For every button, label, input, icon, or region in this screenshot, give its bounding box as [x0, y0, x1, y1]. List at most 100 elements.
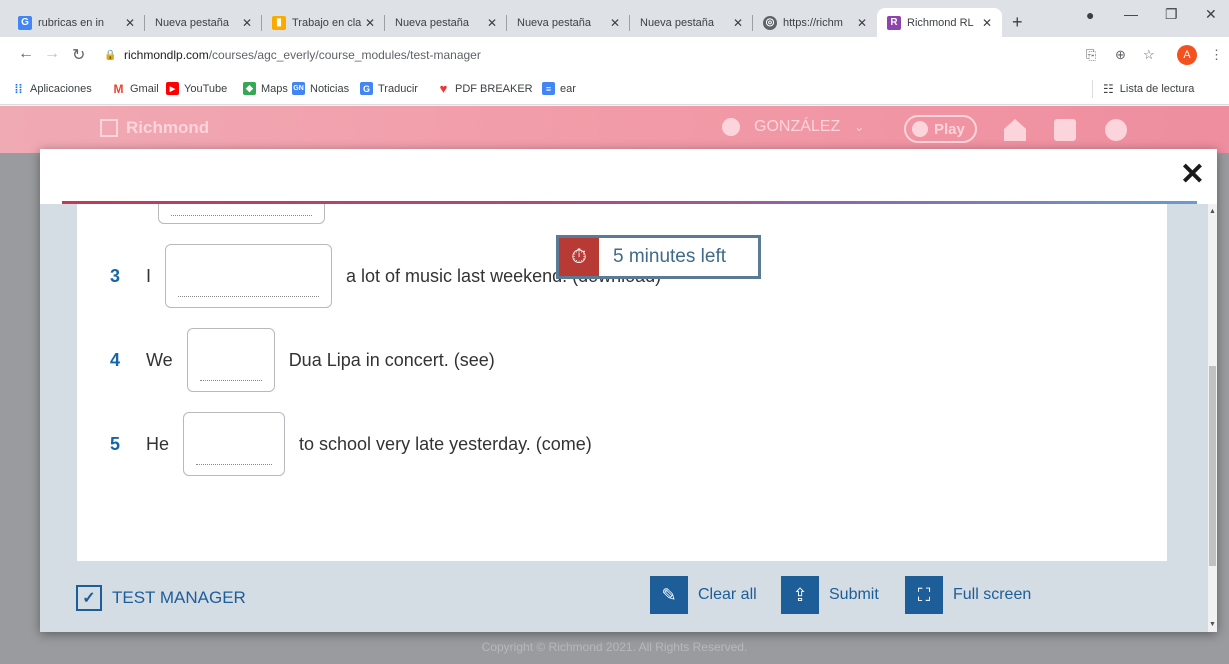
site-play-button: Play: [904, 115, 977, 143]
richmond-logo-icon: [100, 119, 118, 137]
play-icon: [912, 121, 928, 137]
site-footer: Copyright © Richmond 2021. All Rights Re…: [481, 640, 748, 654]
answer-box-partial[interactable]: [158, 204, 325, 224]
bookmark-pdf-breaker[interactable]: ♥ PDF BREAKER: [437, 81, 533, 96]
bookmark-translate[interactable]: G Traducir: [360, 82, 418, 95]
translate-page-icon[interactable]: ⎘: [1086, 47, 1096, 63]
bookmark-label: Noticias: [310, 82, 350, 95]
question-text: Dua Lipa in concert. (see): [288, 349, 495, 370]
tab-search-icon[interactable]: ●: [1086, 7, 1094, 23]
full-screen-button[interactable]: ⛶ Full screen: [905, 576, 1031, 614]
youtube-icon: ▶: [166, 82, 179, 95]
bookmark-youtube[interactable]: ▶ YouTube: [166, 82, 227, 95]
profile-avatar[interactable]: A: [1177, 45, 1197, 65]
upload-icon: ⇪: [781, 576, 819, 614]
test-manager-modal: ✕ 3 I a lot of music last weekend. (down…: [40, 149, 1217, 632]
bookmark-label: Maps: [261, 82, 288, 95]
question-number: 3: [110, 265, 121, 286]
zoom-icon[interactable]: ⊕: [1115, 47, 1126, 63]
browser-tab[interactable]: Nueva pestaña ✕: [507, 8, 630, 37]
scroll-thumb[interactable]: [1209, 366, 1216, 566]
forward-icon[interactable]: →: [44, 45, 60, 63]
site-header: Richmond GONZÁLEZ ⌄ Play: [0, 106, 1229, 153]
bookmark-ear[interactable]: ≡ ear: [542, 82, 576, 95]
answer-input[interactable]: [165, 244, 333, 308]
close-tab-icon[interactable]: ✕: [240, 16, 254, 30]
modal-header: ✕: [40, 149, 1217, 201]
reading-list-button[interactable]: ☷ Lista de lectura: [1092, 80, 1194, 98]
full-screen-label: Full screen: [953, 586, 1032, 603]
user-icon: [722, 118, 740, 136]
answer-input[interactable]: [186, 328, 275, 392]
home-icon: [1004, 119, 1026, 141]
fullscreen-icon: ⛶: [905, 576, 943, 614]
timer-badge: ⏱ 5 minutes left: [556, 235, 761, 279]
translate-icon: G: [360, 82, 373, 95]
close-tab-icon[interactable]: ✕: [485, 16, 499, 30]
question-prefix: We: [146, 349, 173, 370]
site-logo: Richmond: [100, 118, 209, 138]
browser-tab[interactable]: G rubricas en in ✕: [8, 8, 145, 37]
browser-toolbar: ← → ↻ 🔒 richmondlp.com/courses/agc_everl…: [0, 37, 1229, 73]
menu-icon[interactable]: ⋮: [1210, 47, 1223, 63]
clear-all-button[interactable]: ✎ Clear all: [650, 576, 757, 614]
docs-icon: ≡: [542, 82, 555, 95]
scroll-down-icon[interactable]: ▼: [1208, 621, 1217, 628]
bookmark-label: Aplicaciones: [30, 82, 92, 95]
url-host: richmondlp.com: [124, 48, 209, 62]
scroll-up-icon[interactable]: ▲: [1208, 208, 1217, 215]
new-tab-button[interactable]: +: [1012, 12, 1023, 33]
bookmarks-bar: ⁞⁞ Aplicaciones M Gmail ▶ YouTube ◆ Maps…: [0, 73, 1229, 105]
minimize-button[interactable]: —: [1124, 6, 1138, 22]
maximize-button[interactable]: ❐: [1165, 6, 1178, 23]
close-tab-icon[interactable]: ✕: [980, 16, 994, 30]
tab-title: https://richm: [783, 16, 843, 29]
close-window-button[interactable]: ✕: [1205, 6, 1217, 23]
bookmark-label: PDF BREAKER: [455, 82, 533, 95]
close-tab-icon[interactable]: ✕: [363, 16, 377, 30]
back-icon[interactable]: ←: [18, 45, 34, 63]
browser-tab[interactable]: ▮ Trabajo en cla ✕: [262, 8, 385, 37]
browser-tab[interactable]: Nueva pestaña ✕: [630, 8, 753, 37]
browser-tab-strip: G rubricas en in ✕ Nueva pestaña ✕ ▮ Tra…: [0, 0, 1229, 37]
browser-tab[interactable]: Nueva pestaña ✕: [145, 8, 262, 37]
maps-icon: ◆: [243, 82, 256, 95]
bookmark-news[interactable]: GN Noticias: [292, 82, 349, 95]
browser-tab[interactable]: Nueva pestaña ✕: [385, 8, 507, 37]
close-tab-icon[interactable]: ✕: [855, 16, 869, 30]
bookmark-star-icon[interactable]: ☆: [1143, 47, 1155, 63]
brand-label: TEST MANAGER: [112, 588, 246, 607]
submit-button[interactable]: ⇪ Submit: [781, 576, 879, 614]
notifications-icon: [1054, 119, 1076, 141]
question-5: 5 He to school very late yesterday. (com…: [110, 412, 592, 476]
tab-title: rubricas en in: [38, 16, 105, 29]
bookmark-label: Gmail: [130, 82, 159, 95]
tab-title: Nueva pestaña: [640, 16, 714, 29]
apps-icon: ⁞⁞: [14, 81, 23, 96]
modal-scrollbar[interactable]: ▲ ▼: [1208, 204, 1217, 632]
browser-tab[interactable]: ◎ https://richm ✕: [753, 8, 877, 37]
exercise-panel: 3 I a lot of music last weekend. (downlo…: [77, 204, 1167, 561]
bookmark-apps[interactable]: ⁞⁞ Aplicaciones: [12, 81, 92, 96]
close-tab-icon[interactable]: ✕: [123, 16, 137, 30]
address-bar[interactable]: 🔒 richmondlp.com/courses/agc_everly/cour…: [104, 41, 1109, 69]
close-tab-icon[interactable]: ✕: [731, 16, 745, 30]
bookmark-label: ear: [560, 82, 576, 95]
lock-icon: 🔒: [104, 50, 117, 61]
exercise-area: 3 I a lot of music last weekend. (downlo…: [40, 204, 1217, 561]
clear-all-label: Clear all: [698, 586, 757, 603]
test-manager-icon: ✓: [76, 585, 102, 611]
question-4: 4 We Dua Lipa in concert. (see): [110, 328, 495, 392]
close-modal-icon[interactable]: ✕: [1180, 157, 1205, 192]
stopwatch-icon: ⏱: [559, 238, 599, 276]
reload-icon[interactable]: ↻: [72, 45, 85, 65]
close-tab-icon[interactable]: ✕: [608, 16, 622, 30]
browser-tab-active[interactable]: R Richmond RL ✕: [877, 8, 1002, 37]
answer-input[interactable]: [183, 412, 286, 476]
news-icon: GN: [292, 82, 305, 95]
question-prefix: He: [146, 433, 170, 454]
bookmark-gmail[interactable]: M Gmail: [112, 82, 159, 96]
modal-footer: ✓ TEST MANAGER ✎ Clear all ⇪ Submit ⛶ Fu…: [40, 561, 1208, 632]
bookmark-maps[interactable]: ◆ Maps: [243, 82, 288, 95]
site-user-menu: GONZÁLEZ ⌄: [722, 118, 864, 136]
